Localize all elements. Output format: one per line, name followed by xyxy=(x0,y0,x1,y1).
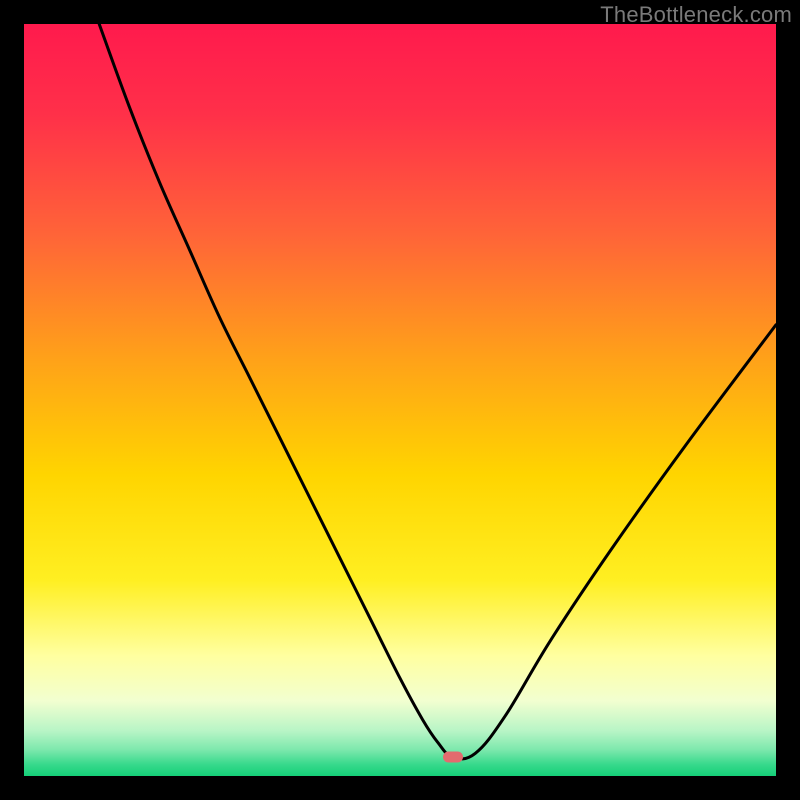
watermark-text: TheBottleneck.com xyxy=(600,2,792,28)
plot-area xyxy=(24,24,776,776)
chart-frame: TheBottleneck.com xyxy=(0,0,800,800)
bottleneck-curve xyxy=(24,24,776,776)
minimum-marker xyxy=(443,752,463,763)
